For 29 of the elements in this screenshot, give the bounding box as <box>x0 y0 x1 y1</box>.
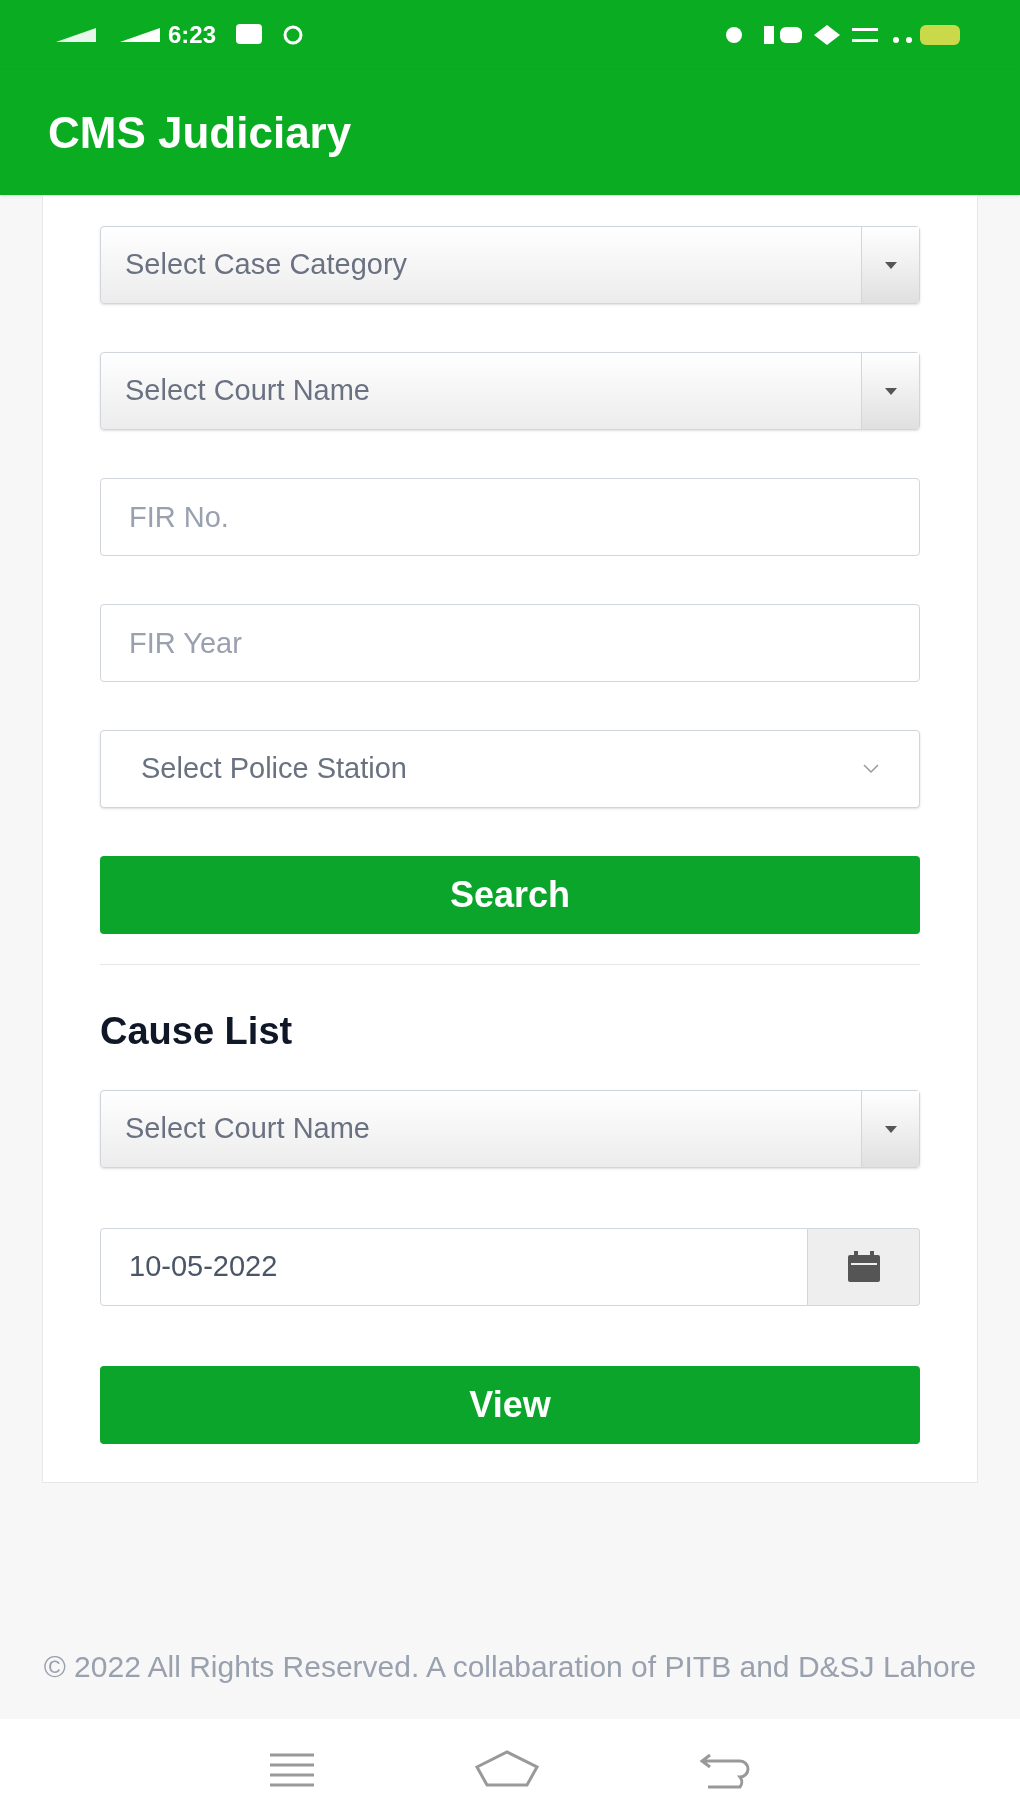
dropdown-placeholder: Select Court Name <box>124 373 371 409</box>
status-time: 6:23 <box>168 20 217 50</box>
caret-icon <box>883 260 898 270</box>
menu-icon[interactable] <box>270 1751 315 1787</box>
section-title: Cause List <box>100 1009 294 1054</box>
circle-icon <box>282 24 305 46</box>
input-field[interactable]: FIR No. <box>100 478 920 556</box>
dropdown-placeholder: Select Case Category <box>124 247 409 283</box>
select-placeholder: Select Police Station <box>141 751 408 787</box>
signal-icon <box>56 28 96 42</box>
search-button[interactable]: Search <box>100 856 920 934</box>
chevron-down-icon <box>863 764 879 774</box>
view-button[interactable]: View <box>100 1366 920 1444</box>
dropdown-field[interactable]: Select Court Name <box>100 352 920 430</box>
calendar-icon <box>846 1251 881 1283</box>
caret-icon <box>883 1124 898 1134</box>
copyright-text: © 2022 All Rights Reserved. A collabaration of PITB and D&SJ Lahore <box>43 1649 977 1685</box>
select-field[interactable]: Select Police Station <box>100 730 920 808</box>
dropdown-field[interactable]: Select Court Name <box>100 1090 920 1168</box>
signal-icon <box>120 28 160 42</box>
dropdown-field[interactable]: Select Case Category <box>100 226 920 304</box>
caret-icon <box>883 386 898 396</box>
dropdown-placeholder: Select Court Name <box>124 1111 371 1147</box>
home-icon[interactable] <box>475 1749 539 1789</box>
input-field[interactable]: FIR Year <box>100 604 920 682</box>
date-field[interactable]: 10-05-2022 <box>100 1228 808 1306</box>
message-icon <box>236 24 263 46</box>
calendar-button[interactable] <box>808 1228 920 1306</box>
app-title: CMS Judiciary <box>48 106 352 159</box>
